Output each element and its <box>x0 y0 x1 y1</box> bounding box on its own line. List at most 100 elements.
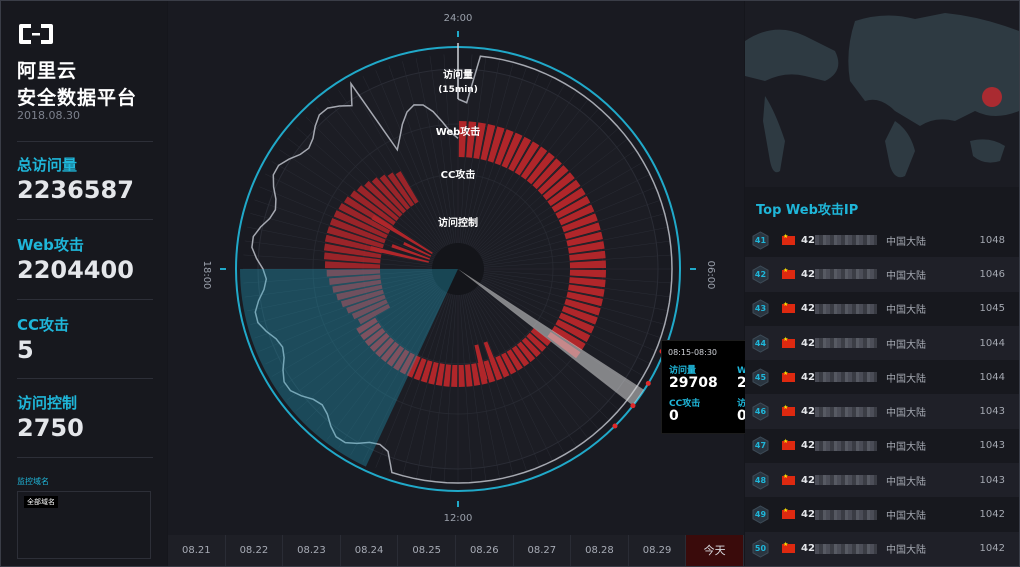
divider <box>17 457 153 458</box>
date-tab[interactable]: 08.26 <box>456 535 514 566</box>
stat-total-visits[interactable]: 总访问量 2236587 <box>17 154 153 204</box>
ip-region: 中国大陆 <box>886 270 926 282</box>
alert-dot[interactable] <box>612 423 618 429</box>
stat-value: 2236587 <box>17 176 134 204</box>
ring-label-acl: 访问控制 <box>438 216 478 229</box>
rank-badge: 50 <box>751 539 770 558</box>
china-flag-icon <box>782 267 795 279</box>
stat-cc-attack[interactable]: CC攻击 5 <box>17 314 153 364</box>
tooltip-visits-value: 29708 <box>669 375 718 391</box>
china-flag-icon <box>782 404 795 417</box>
world-map[interactable] <box>745 1 1019 187</box>
rank-badge: 46 <box>751 402 770 421</box>
ip-prefix: 42 <box>801 337 815 349</box>
masked-ip <box>815 235 877 246</box>
rank-badge: 44 <box>751 333 770 353</box>
divider <box>17 219 153 220</box>
date-tab[interactable]: 08.29 <box>629 535 687 566</box>
ip-row[interactable]: 49 42 中国大陆 1042 <box>745 497 1019 531</box>
ip-region: 中国大陆 <box>886 305 926 317</box>
attack-hotspot[interactable] <box>982 87 1002 107</box>
divider <box>17 299 153 300</box>
ip-row[interactable]: 44 42 中国大陆 1044 <box>745 325 1019 361</box>
ip-row[interactable]: 48 42 中国大陆 1043 <box>745 463 1019 498</box>
date-tab[interactable]: 08.28 <box>571 535 629 566</box>
stat-label: Web攻击 <box>17 236 84 254</box>
date-tab[interactable]: 08.23 <box>283 535 341 566</box>
date-tab[interactable]: 08.25 <box>398 535 456 566</box>
masked-ip <box>815 406 877 417</box>
stat-web-attack[interactable]: Web攻击 2204400 <box>17 234 153 284</box>
ip-row[interactable]: 43 42 中国大陆 1045 <box>745 292 1019 326</box>
rank-badge: 49 <box>751 505 770 524</box>
ip-region: 中国大陆 <box>886 476 926 488</box>
china-flag-icon <box>782 370 795 382</box>
all-domains-tag[interactable]: 全部域名 <box>24 496 58 508</box>
masked-ip <box>815 509 877 520</box>
china-flag-icon <box>782 336 795 348</box>
ip-row[interactable]: 42 42 中国大陆 1046 <box>745 257 1019 292</box>
ip-prefix: 42 <box>801 406 815 418</box>
ip-row[interactable]: 47 42 中国大陆 1043 <box>745 429 1019 463</box>
rank-badge: 45 <box>751 368 770 387</box>
ring-label-visits: 访问量 <box>443 68 473 81</box>
china-flag-icon <box>782 233 795 245</box>
rank-number: 47 <box>754 441 767 451</box>
ip-region: 中国大陆 <box>886 545 926 557</box>
rank-number: 46 <box>754 407 767 417</box>
rank-number: 48 <box>754 475 767 485</box>
ip-prefix: 42 <box>801 268 815 280</box>
attack-count: 1043 <box>979 406 1005 418</box>
brand-name: 阿里云 <box>17 60 78 82</box>
radial-attack-clock[interactable]: 24:00 12:00 18:00 06:00 访问量 (15min) Web攻… <box>168 1 744 535</box>
ring-label-visits-unit: (15min) <box>438 85 478 95</box>
date-tab[interactable]: 08.21 <box>168 535 226 566</box>
masked-ip <box>815 303 877 314</box>
masked-ip <box>815 475 877 486</box>
china-flag-icon <box>782 541 795 554</box>
ip-region: 中国大陆 <box>886 373 926 385</box>
clock-label-left: 18:00 <box>201 261 212 290</box>
china-flag-icon <box>782 438 795 451</box>
monitor-domain-box: 全部域名 <box>17 491 151 559</box>
ip-row[interactable]: 50 42 中国大陆 1042 <box>745 531 1019 566</box>
stat-value: 2750 <box>17 414 84 442</box>
masked-ip <box>815 269 877 280</box>
attack-count: 1043 <box>979 440 1005 452</box>
stat-access-control[interactable]: 访问控制 2750 <box>17 392 153 442</box>
top-ip-title: Top Web攻击IP <box>756 203 859 218</box>
alert-dot[interactable] <box>630 403 636 409</box>
attack-count: 1046 <box>979 268 1005 280</box>
rank-number: 41 <box>754 235 767 245</box>
date-tab[interactable]: 08.24 <box>341 535 399 566</box>
stat-label: 总访问量 <box>17 156 78 174</box>
attack-count: 1044 <box>979 337 1005 349</box>
attack-count: 1045 <box>979 303 1005 315</box>
tooltip-cc-value: 0 <box>669 408 679 424</box>
china-flag-icon <box>782 507 795 520</box>
rank-number: 45 <box>754 372 767 382</box>
rank-badge: 42 <box>751 265 770 284</box>
ip-row[interactable]: 46 42 中国大陆 1043 <box>745 394 1019 429</box>
ip-row[interactable]: 41 42 中国大陆 1048 <box>745 223 1019 257</box>
date-tab[interactable]: 08.27 <box>514 535 572 566</box>
divider <box>17 141 153 142</box>
rank-number: 42 <box>754 269 767 279</box>
monitor-domain-label: 监控域名 <box>17 477 49 486</box>
date-tab[interactable]: 08.22 <box>226 535 284 566</box>
ring-label-cc: CC攻击 <box>441 168 476 181</box>
attack-count: 1042 <box>979 543 1005 555</box>
alert-dot[interactable] <box>645 380 651 386</box>
attack-count: 1044 <box>979 371 1005 383</box>
date-tab-today[interactable]: 今天 <box>686 535 744 566</box>
masked-ip <box>815 440 877 451</box>
clock-label-bottom: 12:00 <box>444 513 473 524</box>
ip-region: 中国大陆 <box>886 339 926 351</box>
stat-label: 访问控制 <box>17 394 78 412</box>
tooltip-time: 08:15-08:30 <box>668 348 717 357</box>
rank-badge: 41 <box>751 231 770 250</box>
world-map-graphic <box>745 13 1019 178</box>
ip-region: 中国大陆 <box>886 511 926 523</box>
ip-prefix: 42 <box>801 543 815 555</box>
ip-row[interactable]: 45 42 中国大陆 1044 <box>745 360 1019 394</box>
